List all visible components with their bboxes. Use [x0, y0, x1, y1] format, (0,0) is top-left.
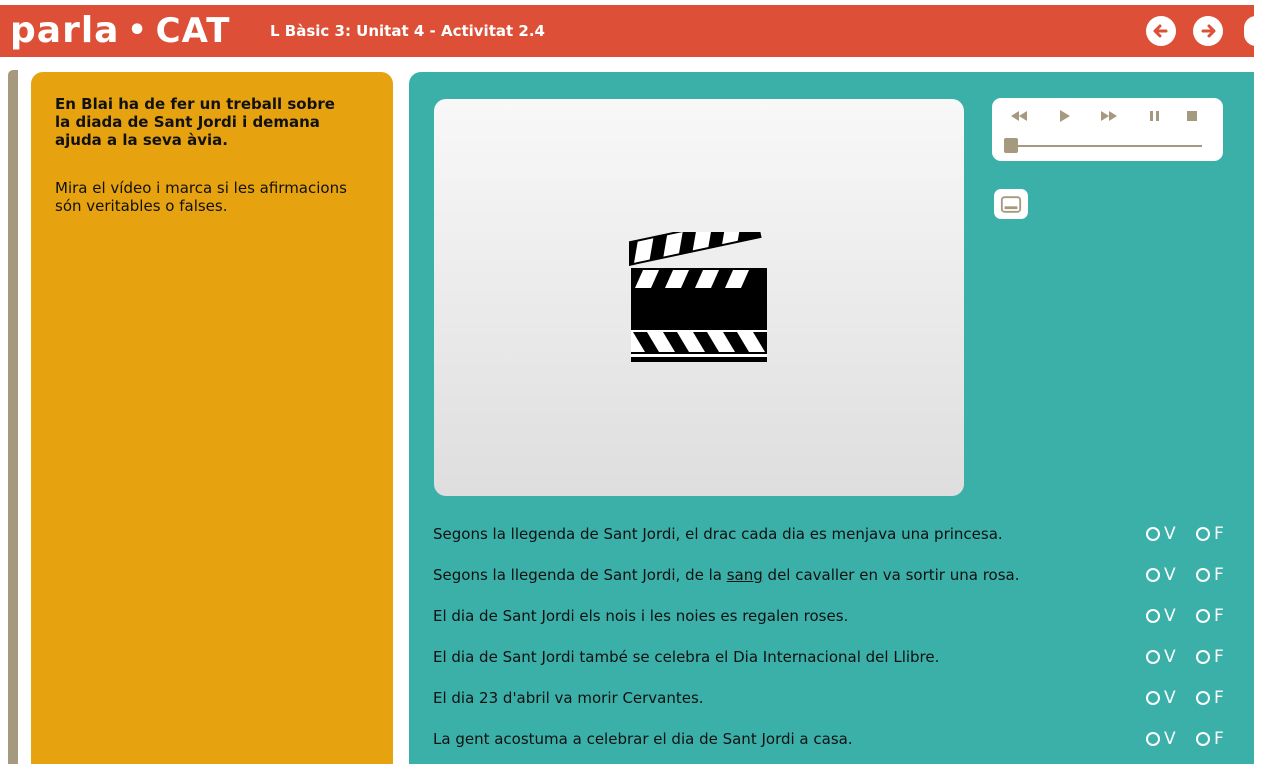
instruction-lead: En Blai ha de fer un treball sobre la di…	[55, 95, 335, 149]
question-row-1: Segons la llegenda de Sant Jordi, el dra…	[433, 521, 1233, 549]
activity-title: L Bàsic 3: Unitat 4 - Activitat 2.4	[270, 22, 545, 40]
true-label: V	[1164, 647, 1176, 667]
false-label: F	[1214, 729, 1224, 749]
radio-icon[interactable]	[1146, 568, 1160, 582]
radio-icon[interactable]	[1196, 691, 1210, 705]
play-button[interactable]	[1052, 107, 1078, 125]
rewind-button[interactable]	[1006, 107, 1032, 125]
true-label: V	[1164, 729, 1176, 749]
pause-icon	[1150, 111, 1159, 121]
false-label: F	[1214, 524, 1224, 544]
question-underlined-word: sang	[726, 566, 763, 584]
question-text: El dia 23 d'abril va morir Cervantes.	[433, 689, 704, 707]
radio-icon[interactable]	[1196, 568, 1210, 582]
false-option[interactable]: F	[1196, 728, 1224, 750]
instruction-panel: En Blai ha de fer un treball sobre la di…	[31, 72, 393, 764]
true-option[interactable]: V	[1146, 728, 1176, 750]
pause-button[interactable]	[1141, 107, 1167, 125]
radio-icon[interactable]	[1196, 609, 1210, 623]
radio-icon[interactable]	[1196, 527, 1210, 541]
fast-forward-button[interactable]	[1096, 107, 1122, 125]
question-row-6: La gent acostuma a celebrar el dia de Sa…	[433, 726, 1233, 754]
true-option[interactable]: V	[1146, 564, 1176, 586]
play-icon	[1060, 110, 1070, 122]
question-text: El dia de Sant Jordi els nois i les noie…	[433, 607, 848, 625]
clapperboard-icon	[629, 232, 767, 362]
radio-icon[interactable]	[1196, 650, 1210, 664]
stop-button[interactable]	[1179, 107, 1205, 125]
radio-icon[interactable]	[1146, 609, 1160, 623]
false-label: F	[1214, 606, 1224, 626]
true-option[interactable]: V	[1146, 605, 1176, 627]
parla-cat-logo: parla • CAT	[10, 9, 230, 53]
player-controls	[992, 98, 1223, 161]
radio-icon[interactable]	[1146, 527, 1160, 541]
left-edge-strip	[8, 70, 18, 764]
logo-text: parla	[10, 10, 120, 51]
progress-thumb[interactable]	[1004, 138, 1018, 153]
true-label: V	[1164, 688, 1176, 708]
rewind-icon	[1011, 111, 1027, 121]
progress-track[interactable]	[1010, 145, 1202, 147]
fast-forward-icon	[1101, 111, 1117, 121]
question-text-part: Segons la llegenda de Sant Jordi, el dra…	[433, 525, 1003, 543]
video-player[interactable]	[434, 99, 964, 496]
question-text: El dia de Sant Jordi també se celebra el…	[433, 648, 939, 666]
stop-icon	[1187, 111, 1197, 121]
arrow-left-icon	[1153, 24, 1168, 38]
true-label: V	[1164, 524, 1176, 544]
question-text-part: del cavaller en va sortir una rosa.	[762, 566, 1020, 584]
false-label: F	[1214, 647, 1224, 667]
false-label: F	[1214, 565, 1224, 585]
question-row-4: El dia de Sant Jordi també se celebra el…	[433, 644, 1233, 672]
false-label: F	[1214, 688, 1224, 708]
true-label: V	[1164, 565, 1176, 585]
true-option[interactable]: V	[1146, 687, 1176, 709]
true-label: V	[1164, 606, 1176, 626]
true-option[interactable]: V	[1146, 523, 1176, 545]
arrow-right-icon	[1201, 24, 1216, 38]
radio-icon[interactable]	[1146, 732, 1160, 746]
question-text: Segons la llegenda de Sant Jordi, el dra…	[433, 525, 1003, 543]
header-bar: parla • CAT L Bàsic 3: Unitat 4 - Activi…	[0, 5, 1261, 57]
question-row-5: El dia 23 d'abril va morir Cervantes. V …	[433, 685, 1233, 713]
question-text-part: El dia de Sant Jordi els nois i les noie…	[433, 607, 849, 625]
previous-button[interactable]	[1146, 16, 1176, 46]
question-text-part: Segons la llegenda de Sant Jordi, de la	[433, 566, 727, 584]
logo-cat: CAT	[155, 11, 231, 51]
question-row-2: Segons la llegenda de Sant Jordi, de la …	[433, 562, 1233, 590]
logo-dot: •	[127, 13, 148, 48]
subtitles-icon	[1000, 195, 1022, 213]
question-text: La gent acostuma a celebrar el dia de Sa…	[433, 730, 853, 748]
subtitles-button[interactable]	[994, 189, 1028, 219]
activity-panel: Segons la llegenda de Sant Jordi, el dra…	[409, 72, 1254, 764]
question-text: Segons la llegenda de Sant Jordi, de la …	[433, 566, 1020, 584]
false-option[interactable]: F	[1196, 523, 1224, 545]
question-text-part: La gent acostuma a celebrar el dia de Sa…	[433, 730, 853, 748]
radio-icon[interactable]	[1196, 732, 1210, 746]
false-option[interactable]: F	[1196, 564, 1224, 586]
question-text-part: El dia 23 d'abril va morir Cervantes.	[433, 689, 704, 707]
question-row-3: El dia de Sant Jordi els nois i les noie…	[433, 603, 1233, 631]
instruction-text: Mira el vídeo i marca si les afirmacions…	[55, 179, 347, 215]
radio-icon[interactable]	[1146, 691, 1160, 705]
false-option[interactable]: F	[1196, 605, 1224, 627]
false-option[interactable]: F	[1196, 646, 1224, 668]
false-option[interactable]: F	[1196, 687, 1224, 709]
radio-icon[interactable]	[1146, 650, 1160, 664]
true-option[interactable]: V	[1146, 646, 1176, 668]
menu-button[interactable]	[1244, 16, 1261, 46]
question-text-part: El dia de Sant Jordi també se celebra el…	[433, 648, 940, 666]
next-button[interactable]	[1193, 16, 1223, 46]
